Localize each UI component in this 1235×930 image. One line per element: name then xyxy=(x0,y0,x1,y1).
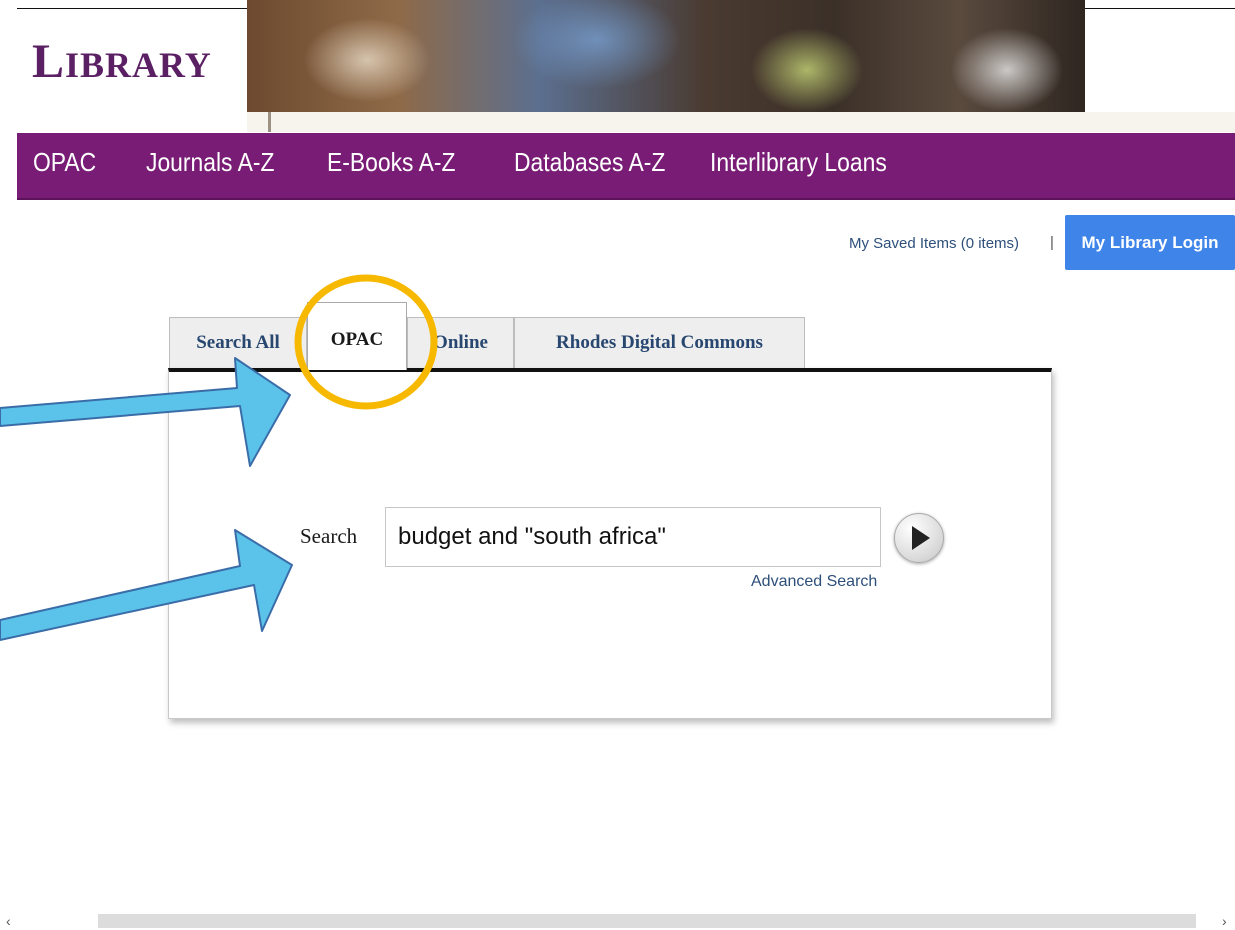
search-input[interactable] xyxy=(385,507,881,567)
scrollbar-thumb[interactable] xyxy=(98,914,1196,928)
banner-strip xyxy=(247,112,1235,132)
banner-divider xyxy=(268,112,271,132)
nav-item-databases[interactable]: Databases A-Z xyxy=(514,147,665,178)
search-go-button[interactable] xyxy=(894,513,944,563)
main-nav: OPAC Journals A-Z E-Books A-Z Databases … xyxy=(17,133,1235,200)
chevron-right-icon[interactable]: › xyxy=(1222,912,1227,930)
advanced-search-link[interactable]: Advanced Search xyxy=(751,573,877,591)
tab-search-all[interactable]: Search All xyxy=(169,317,307,369)
tab-online[interactable]: Online xyxy=(407,317,514,369)
nav-item-interlibrary-loans[interactable]: Interlibrary Loans xyxy=(710,147,887,178)
library-login-button[interactable]: My Library Login xyxy=(1065,215,1235,270)
header-banner-image xyxy=(247,0,1085,112)
nav-item-ebooks[interactable]: E-Books A-Z xyxy=(327,147,455,178)
search-label: Search xyxy=(300,524,358,548)
saved-items-link[interactable]: My Saved Items (0 items) xyxy=(849,235,1019,252)
separator: | xyxy=(1050,234,1054,251)
nav-item-journals[interactable]: Journals A-Z xyxy=(146,147,274,178)
library-logo[interactable]: LIBRARY xyxy=(32,38,212,86)
play-icon xyxy=(912,526,930,550)
horizontal-scrollbar[interactable]: ‹ › xyxy=(0,912,1235,930)
tab-opac[interactable]: OPAC xyxy=(307,302,407,370)
nav-item-opac[interactable]: OPAC xyxy=(33,147,96,178)
tab-rhodes-digital-commons[interactable]: Rhodes Digital Commons xyxy=(514,317,805,369)
chevron-left-icon[interactable]: ‹ xyxy=(6,912,11,930)
